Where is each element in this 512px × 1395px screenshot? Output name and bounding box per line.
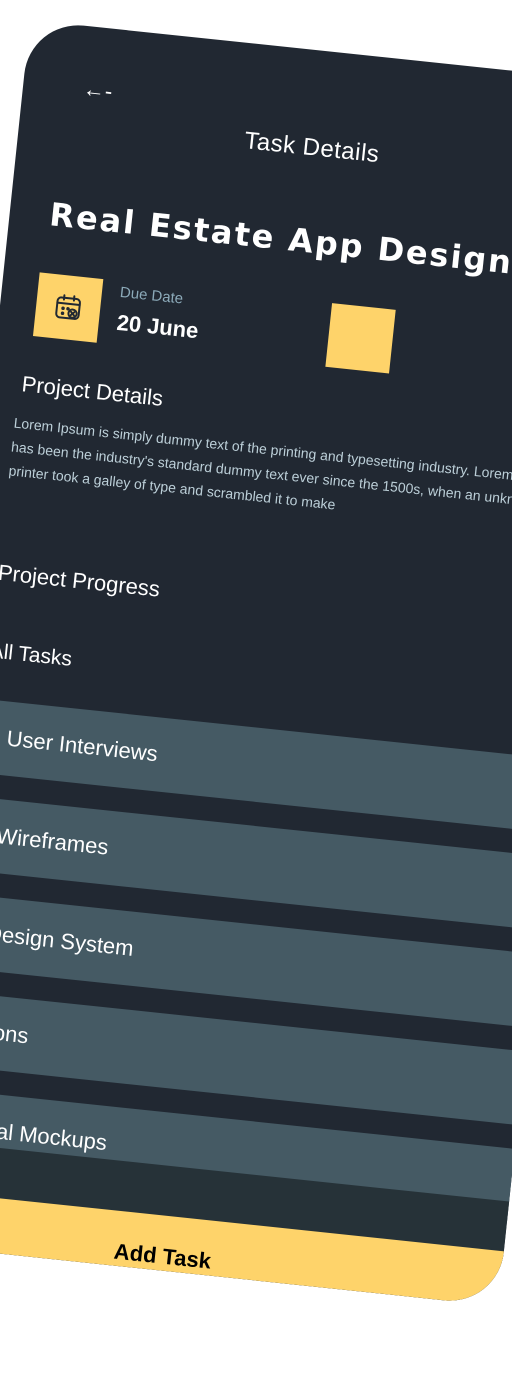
due-date-icon-box bbox=[32, 272, 104, 343]
task-item-label: Design System bbox=[0, 920, 135, 961]
project-title: Real Estate App Design bbox=[47, 195, 512, 282]
task-item-label: User Interviews bbox=[5, 725, 159, 767]
back-button[interactable]: ←- bbox=[82, 76, 114, 105]
page-title: Task Details bbox=[243, 127, 381, 169]
task-details-screen: ←- Task Details Real Estate App Design D… bbox=[0, 20, 512, 1306]
task-item-label: Wireframes bbox=[0, 823, 110, 860]
due-date-value: 20 June bbox=[115, 309, 200, 344]
project-team-icon-box bbox=[325, 303, 396, 374]
project-details-text: Lorem Ipsum is simply dummy text of the … bbox=[7, 414, 512, 513]
stage: ←- Task Details Real Estate App Design D… bbox=[0, 0, 512, 1395]
arrow-left-icon: ←- bbox=[81, 75, 114, 104]
project-details-heading: Project Details bbox=[20, 371, 165, 411]
due-date-label: Due Date bbox=[119, 283, 184, 308]
calendar-icon bbox=[55, 294, 81, 320]
all-tasks-heading: All Tasks bbox=[0, 639, 74, 671]
task-item-label: Icons bbox=[0, 1017, 30, 1049]
project-progress-heading: Project Progress bbox=[0, 559, 162, 602]
